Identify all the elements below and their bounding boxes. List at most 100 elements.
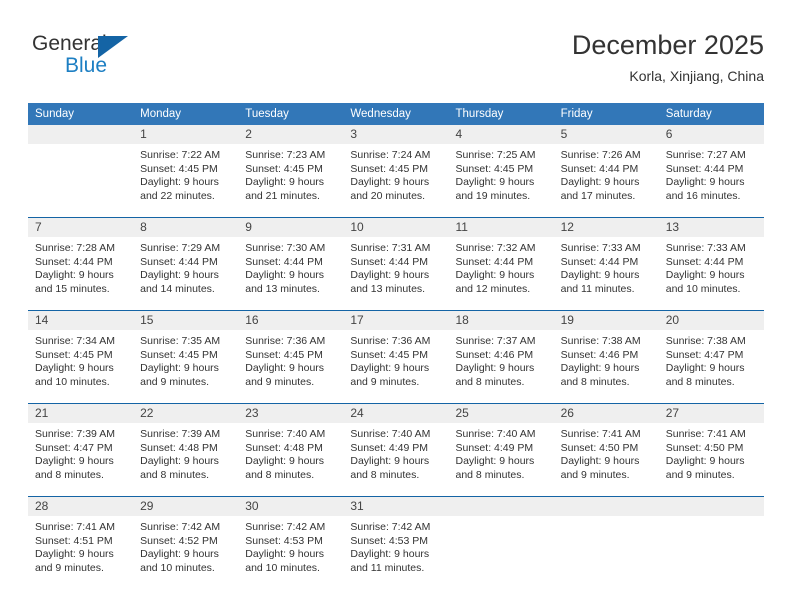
day-detail-line: Sunrise: 7:42 AM xyxy=(350,521,431,533)
day-details: Sunrise: 7:37 AM Sunset: 4:46 PM Daylight:… xyxy=(449,330,554,389)
day-number xyxy=(553,497,659,516)
day-number: 25 xyxy=(448,404,554,423)
day-number: 31 xyxy=(343,497,449,516)
day-detail-line: Sunrise: 7:25 AM xyxy=(455,149,536,161)
day-detail-line: Daylight: 9 hours xyxy=(140,176,219,188)
day-detail-line: Sunrise: 7:41 AM xyxy=(560,428,641,440)
day-cell-27[interactable]: 27 Sunrise: 7:41 AM Sunset: 4:50 PM Dayligh… xyxy=(658,404,764,496)
day-detail-line: Sunrise: 7:38 AM xyxy=(665,335,746,347)
day-cell-6[interactable]: 6 Sunrise: 7:27 AM Sunset: 4:44 PM Daylight… xyxy=(658,125,764,217)
day-details: Sunrise: 7:32 AM Sunset: 4:44 PM Daylight:… xyxy=(449,237,554,296)
day-detail-line: and 9 minutes. xyxy=(560,468,630,481)
day-cell-2[interactable]: 2 Sunrise: 7:23 AM Sunset: 4:45 PM Daylight… xyxy=(238,125,344,217)
day-cell-17[interactable]: 17 Sunrise: 7:36 AM Sunset: 4:45 PM Dayligh… xyxy=(343,311,449,403)
day-detail-line: Daylight: 9 hours xyxy=(245,362,325,374)
day-cell-18[interactable]: 18 Sunrise: 7:37 AM Sunset: 4:46 PM Dayligh… xyxy=(448,311,554,403)
day-detail-line: Daylight: 9 hours xyxy=(350,455,430,467)
day-cell-11[interactable]: 11 Sunrise: 7:32 AM Sunset: 4:44 PM Dayligh… xyxy=(448,218,554,310)
weekday-header-monday: Monday xyxy=(140,108,182,120)
day-cell-8[interactable]: 8 Sunrise: 7:29 AM Sunset: 4:44 PM Daylight… xyxy=(133,218,239,310)
day-details: Sunrise: 7:41 AM Sunset: 4:50 PM Daylight:… xyxy=(659,423,764,482)
day-cell-25[interactable]: 25 Sunrise: 7:40 AM Sunset: 4:49 PM Dayligh… xyxy=(448,404,554,496)
day-number: 19 xyxy=(553,311,659,330)
page-title: December 2025 xyxy=(571,30,764,60)
day-detail-line: Daylight: 9 hours xyxy=(665,455,745,467)
day-cell-29[interactable]: 29 Sunrise: 7:42 AM Sunset: 4:52 PM Dayligh… xyxy=(133,497,239,589)
calendar-page: General Blue December 2025 Korla, Xinjia… xyxy=(0,0,792,612)
day-detail-line: Sunset: 4:44 PM xyxy=(455,255,534,268)
day-details xyxy=(554,516,659,521)
day-number: 28 xyxy=(28,497,134,516)
weekday-header-row: Sunday Monday Tuesday Wednesday Thursday Frid… xyxy=(28,103,764,125)
day-number xyxy=(28,125,134,144)
day-detail-line: Sunrise: 7:29 AM xyxy=(140,242,221,254)
day-number: 15 xyxy=(133,311,239,330)
day-number: 30 xyxy=(238,497,344,516)
day-detail-line: Sunset: 4:45 PM xyxy=(245,348,323,361)
day-details: Sunrise: 7:24 AM Sunset: 4:45 PM Daylight:… xyxy=(343,144,448,203)
day-number: 21 xyxy=(28,404,134,423)
day-detail-line: Sunset: 4:51 PM xyxy=(35,534,113,547)
day-detail-line: Sunrise: 7:41 AM xyxy=(35,521,115,533)
day-detail-line: Sunrise: 7:22 AM xyxy=(140,149,221,161)
day-number: 7 xyxy=(28,218,134,237)
day-cell-20[interactable]: 20 Sunrise: 7:38 AM Sunset: 4:47 PM Dayligh… xyxy=(658,311,764,403)
day-cell-empty xyxy=(448,497,554,589)
day-detail-line: and 10 minutes. xyxy=(140,561,215,574)
day-cell-empty xyxy=(553,497,659,589)
day-cell-23[interactable]: 23 Sunrise: 7:40 AM Sunset: 4:48 PM Dayligh… xyxy=(238,404,344,496)
day-detail-line: and 8 minutes. xyxy=(455,468,525,481)
day-cell-16[interactable]: 16 Sunrise: 7:36 AM Sunset: 4:45 PM Dayligh… xyxy=(238,311,344,403)
day-cell-24[interactable]: 24 Sunrise: 7:40 AM Sunset: 4:49 PM Dayligh… xyxy=(343,404,449,496)
day-detail-line: Daylight: 9 hours xyxy=(35,362,114,374)
day-cell-15[interactable]: 15 Sunrise: 7:35 AM Sunset: 4:45 PM Dayligh… xyxy=(133,311,239,403)
day-cell-7[interactable]: 7 Sunrise: 7:28 AM Sunset: 4:44 PM Daylight… xyxy=(28,218,134,310)
day-detail-line: Sunset: 4:53 PM xyxy=(245,534,323,547)
day-detail-line: and 8 minutes. xyxy=(350,468,420,481)
weekday-header-sunday: Sunday xyxy=(35,108,75,120)
day-detail-line: Sunset: 4:53 PM xyxy=(350,534,429,547)
day-detail-line: Daylight: 9 hours xyxy=(560,455,640,467)
day-detail-line: Sunrise: 7:24 AM xyxy=(350,149,431,161)
day-cell-4[interactable]: 4 Sunrise: 7:25 AM Sunset: 4:45 PM Daylight… xyxy=(448,125,554,217)
day-cell-26[interactable]: 26 Sunrise: 7:41 AM Sunset: 4:50 PM Dayligh… xyxy=(553,404,659,496)
day-detail-line: Sunset: 4:49 PM xyxy=(455,441,534,454)
day-cell-21[interactable]: 21 Sunrise: 7:39 AM Sunset: 4:47 PM Dayligh… xyxy=(28,404,134,496)
day-cell-5[interactable]: 5 Sunrise: 7:26 AM Sunset: 4:44 PM Daylight… xyxy=(553,125,659,217)
brand-name-general: General xyxy=(32,32,107,55)
day-details: Sunrise: 7:33 AM Sunset: 4:44 PM Daylight:… xyxy=(659,237,764,296)
day-details: Sunrise: 7:28 AM Sunset: 4:44 PM Daylight:… xyxy=(28,237,133,296)
day-cell-3[interactable]: 3 Sunrise: 7:24 AM Sunset: 4:45 PM Daylight… xyxy=(343,125,449,217)
day-cell-13[interactable]: 13 Sunrise: 7:33 AM Sunset: 4:44 PM Dayligh… xyxy=(658,218,764,310)
day-detail-line: and 10 minutes. xyxy=(35,375,110,388)
day-detail-line: Sunrise: 7:36 AM xyxy=(350,335,431,347)
day-detail-line: Sunset: 4:44 PM xyxy=(140,255,218,268)
day-detail-line: Sunrise: 7:23 AM xyxy=(245,149,326,161)
calendar-week-row: 7 Sunrise: 7:28 AM Sunset: 4:44 PM Daylight… xyxy=(28,217,764,310)
day-details: Sunrise: 7:42 AM Sunset: 4:52 PM Daylight:… xyxy=(133,516,238,575)
day-cell-30[interactable]: 30 Sunrise: 7:42 AM Sunset: 4:53 PM Dayligh… xyxy=(238,497,344,589)
day-cell-10[interactable]: 10 Sunrise: 7:31 AM Sunset: 4:44 PM Dayligh… xyxy=(343,218,449,310)
day-detail-line: and 13 minutes. xyxy=(245,282,320,295)
day-details: Sunrise: 7:31 AM Sunset: 4:44 PM Daylight:… xyxy=(343,237,448,296)
day-number: 9 xyxy=(238,218,344,237)
day-detail-line: Daylight: 9 hours xyxy=(245,548,325,560)
day-detail-line: Sunrise: 7:32 AM xyxy=(455,242,536,254)
day-cell-28[interactable]: 28 Sunrise: 7:41 AM Sunset: 4:51 PM Dayligh… xyxy=(28,497,134,589)
day-cell-empty xyxy=(658,497,764,589)
day-detail-line: Daylight: 9 hours xyxy=(350,176,430,188)
day-cell-9[interactable]: 9 Sunrise: 7:30 AM Sunset: 4:44 PM Daylight… xyxy=(238,218,344,310)
day-detail-line: and 19 minutes. xyxy=(455,189,531,202)
brand-logo[interactable]: General Blue xyxy=(32,32,212,88)
day-cell-14[interactable]: 14 Sunrise: 7:34 AM Sunset: 4:45 PM Dayligh… xyxy=(28,311,134,403)
day-cell-12[interactable]: 12 Sunrise: 7:33 AM Sunset: 4:44 PM Dayligh… xyxy=(553,218,659,310)
day-detail-line: Sunset: 4:44 PM xyxy=(665,162,744,175)
day-cell-19[interactable]: 19 Sunrise: 7:38 AM Sunset: 4:46 PM Dayligh… xyxy=(553,311,659,403)
calendar-grid: Sunday Monday Tuesday Wednesday Thursday Frid… xyxy=(28,103,764,589)
day-detail-line: Daylight: 9 hours xyxy=(140,548,219,560)
day-cell-22[interactable]: 22 Sunrise: 7:39 AM Sunset: 4:48 PM Dayligh… xyxy=(133,404,239,496)
day-detail-line: Sunset: 4:47 PM xyxy=(35,441,113,454)
day-cell-31[interactable]: 31 Sunrise: 7:42 AM Sunset: 4:53 PM Dayligh… xyxy=(343,497,449,589)
day-cell-1[interactable]: 1 Sunrise: 7:22 AM Sunset: 4:45 PM Daylight… xyxy=(133,125,239,217)
day-detail-line: Sunset: 4:44 PM xyxy=(560,255,639,268)
